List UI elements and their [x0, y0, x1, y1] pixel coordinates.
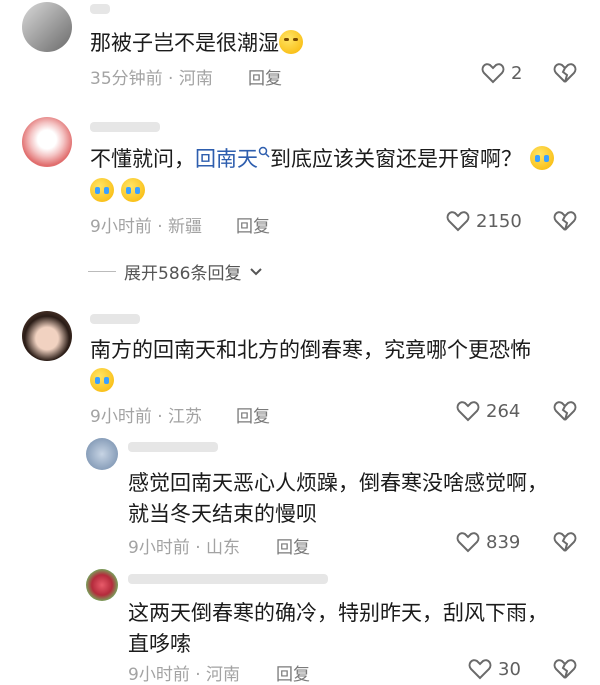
- broken-heart-icon[interactable]: [553, 531, 577, 553]
- time-location: 35分钟前 · 河南: [90, 69, 213, 89]
- reply-button[interactable]: 回复: [276, 660, 310, 685]
- heart-icon: [446, 211, 470, 232]
- chevron-down-icon: [250, 267, 263, 275]
- crying-face-icon: [120, 178, 145, 202]
- like-count: 839: [486, 531, 521, 553]
- like-button[interactable]: 30: [468, 658, 521, 680]
- reply-text-line1: 这两天倒春寒的确冷，特别昨天，刮风下雨，: [128, 601, 548, 625]
- like-count: 30: [498, 658, 521, 680]
- avatar[interactable]: [22, 311, 72, 361]
- time-location: 9小时前 · 河南: [128, 665, 241, 685]
- broken-heart-icon[interactable]: [553, 62, 577, 84]
- time-location: 9小时前 · 新疆: [90, 217, 203, 237]
- crying-face-icon: [530, 146, 554, 170]
- like-count: 2: [511, 62, 523, 84]
- crying-face-icon: [90, 178, 114, 202]
- comment-text: 南方的回南天和北方的倒春寒，究竟哪个更恐怖: [90, 338, 531, 362]
- expand-replies-label: 展开586条回复: [124, 264, 242, 284]
- username-blurred[interactable]: [90, 4, 110, 14]
- username-blurred[interactable]: [128, 442, 218, 452]
- like-button[interactable]: 2: [481, 62, 522, 84]
- avatar[interactable]: [86, 569, 118, 601]
- like-button[interactable]: 264: [456, 400, 520, 422]
- reply-button[interactable]: 回复: [276, 533, 310, 558]
- like-button[interactable]: 2150: [446, 210, 522, 232]
- topic-link[interactable]: 回南天: [195, 146, 270, 171]
- time-location: 9小时前 · 山东: [128, 538, 241, 558]
- avatar[interactable]: [22, 117, 72, 167]
- divider: [88, 271, 116, 272]
- comment-text: 那被子岂不是很潮湿: [90, 28, 303, 58]
- reply-button[interactable]: 回复: [236, 212, 270, 237]
- username-blurred[interactable]: [128, 574, 328, 584]
- like-button[interactable]: 839: [456, 531, 520, 553]
- heart-icon: [456, 401, 480, 422]
- like-count: 264: [486, 400, 521, 422]
- heart-icon: [481, 63, 505, 84]
- reply-button[interactable]: 回复: [236, 402, 270, 427]
- time-location: 9小时前 · 江苏: [90, 407, 203, 427]
- expand-replies-button[interactable]: 展开586条回复: [88, 259, 263, 284]
- broken-heart-icon[interactable]: [553, 658, 577, 680]
- heart-icon: [468, 659, 492, 680]
- reply-text-line2: 直哆嗦: [128, 632, 191, 656]
- comment-emoji-line: [90, 366, 114, 396]
- reply-text-line2: 就当冬天结束的慢呗: [128, 502, 317, 526]
- laughing-crying-face-icon: [90, 368, 114, 392]
- sweat-face-icon: [279, 30, 303, 54]
- comment-text: 不懂就问，回南天 到底应该关窗还是开窗啊？: [90, 144, 554, 174]
- comment-emoji-line: [90, 176, 145, 206]
- username-blurred[interactable]: [90, 314, 140, 324]
- reply-button[interactable]: 回复: [248, 64, 282, 89]
- avatar[interactable]: [86, 438, 118, 470]
- search-mini-icon: [258, 146, 270, 158]
- username-blurred[interactable]: [90, 122, 160, 132]
- avatar[interactable]: [22, 2, 72, 52]
- heart-icon: [456, 532, 480, 553]
- like-count: 2150: [476, 210, 522, 232]
- reply-text-line1: 感觉回南天恶心人烦躁，倒春寒没啥感觉啊，: [128, 471, 548, 495]
- broken-heart-icon[interactable]: [553, 400, 577, 422]
- broken-heart-icon[interactable]: [553, 210, 577, 232]
